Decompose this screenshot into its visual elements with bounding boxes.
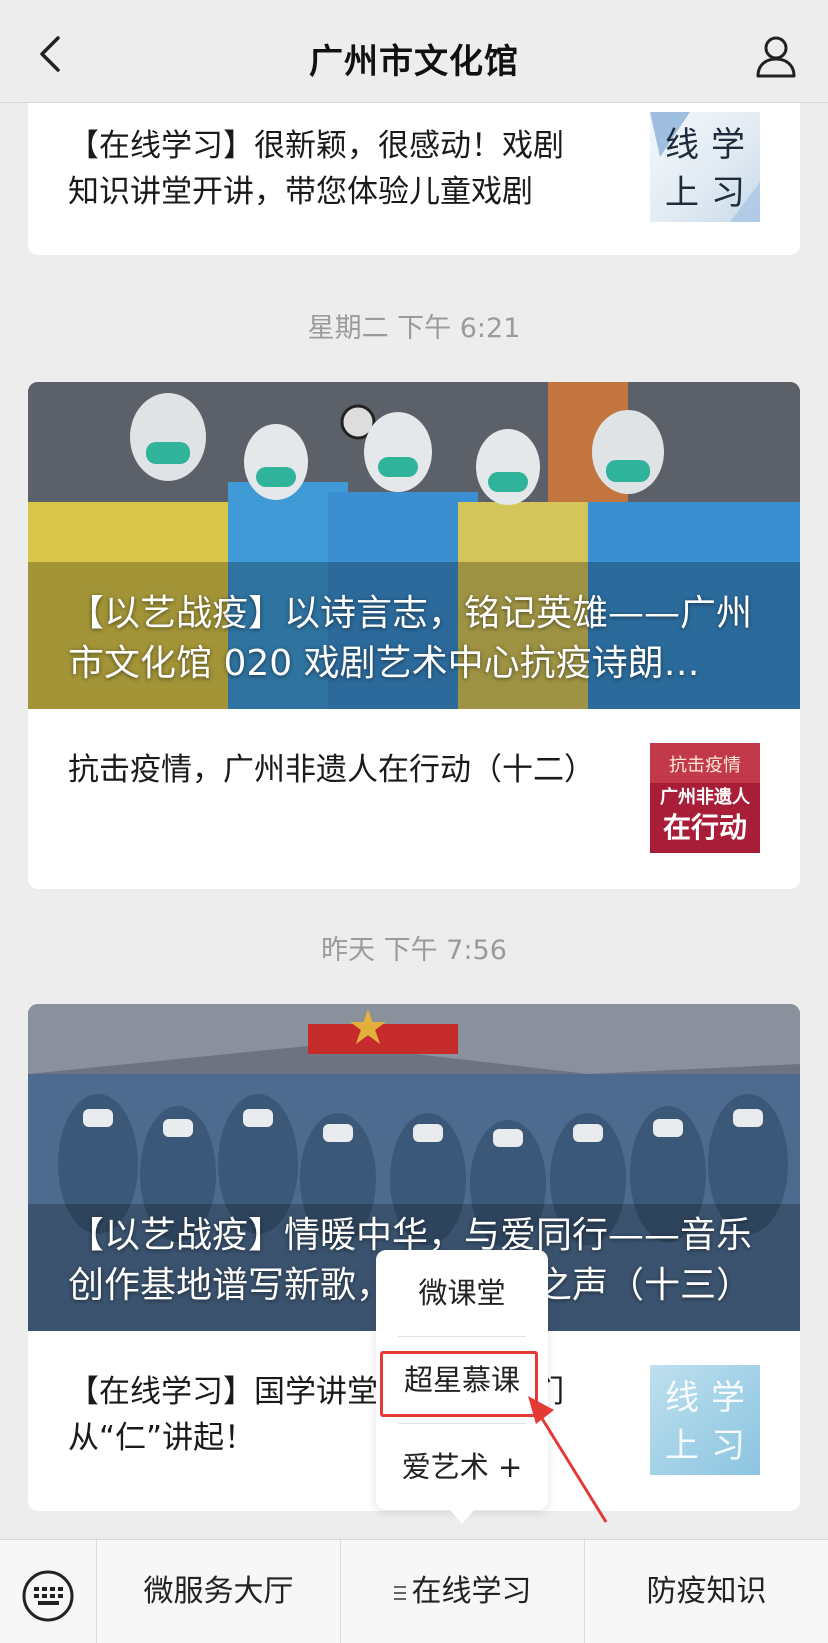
article-row[interactable]: 抗击疫情，广州非遗人在行动（十二） 抗击疫情 广州非遗人 在行动 [28, 709, 800, 889]
page-title: 广州市文化馆 [309, 42, 519, 82]
thumb-char: 上 [665, 173, 699, 213]
article-row[interactable]: 【在线学习】很新颖，很感动！戏剧知识讲堂开讲，带您体验儿童戏剧魅… 线 学 上 … [28, 103, 800, 255]
bottom-menu-bar: 微服务大厅 在线学习 防疫知识 [0, 1539, 828, 1643]
thumb-line: 抗击疫情 [669, 755, 741, 776]
thumb-char: 线 [665, 1378, 699, 1418]
tab-online-learning[interactable]: 在线学习 [340, 1540, 584, 1643]
tab-epidemic-knowledge[interactable]: 防疫知识 [584, 1540, 828, 1643]
article-thumbnail: 线 学 上 习 [650, 112, 760, 222]
user-profile-icon[interactable] [750, 30, 802, 82]
thumbnail-graphic: 抗击疫情 广州非遗人 在行动 [650, 743, 760, 853]
navigation-bar: 广州市文化馆 [0, 0, 828, 103]
message-timestamp: 昨天 下午 7:56 [321, 935, 507, 966]
article-thumbnail: 抗击疫情 广州非遗人 在行动 [650, 743, 760, 853]
thumb-line: 在行动 [663, 811, 747, 844]
thumb-line: 广州非遗人 [660, 786, 751, 808]
tab-label: 在线学习 [411, 1574, 532, 1609]
article-title: 抗击疫情，广州非遗人在行动（十二） [68, 752, 588, 788]
keyboard-toggle-button[interactable] [0, 1540, 96, 1643]
keyboard-icon [22, 1570, 74, 1622]
article-title: 【在线学习】很新颖，很感动！戏剧知识讲堂开讲，带您体验儿童戏剧魅… [68, 128, 564, 210]
thumb-char: 习 [711, 173, 745, 213]
article-thumbnail: 线 学 上 习 [650, 1365, 760, 1475]
thumb-char: 线 [665, 125, 699, 165]
hero-article-title: 【以艺战疫】以诗言志，铭记英雄——广州市文化馆 020 戏剧艺术中心抗疫诗朗… [68, 593, 753, 684]
thumb-char: 习 [711, 1426, 745, 1466]
message-timestamp: 星期二 下午 6:21 [307, 313, 521, 344]
thumb-char: 学 [711, 1378, 745, 1418]
submenu-lines-icon [393, 1585, 406, 1600]
article-card: 【以艺战疫】以诗言志，铭记英雄——广州市文化馆 020 戏剧艺术中心抗疫诗朗… … [28, 382, 800, 889]
hero-article[interactable]: 【以艺战疫】以诗言志，铭记英雄——广州市文化馆 020 戏剧艺术中心抗疫诗朗… [28, 382, 800, 709]
thumbnail-graphic: 线 学 上 习 [650, 112, 760, 222]
menu-item-micro-class[interactable]: 微课堂 [376, 1250, 548, 1336]
article-card: 【在线学习】很新颖，很感动！戏剧知识讲堂开讲，带您体验儿童戏剧魅… 线 学 上 … [28, 103, 800, 255]
thumbnail-graphic: 线 学 上 习 [665, 1378, 745, 1466]
thumb-char: 上 [665, 1426, 699, 1466]
tab-micro-service-hall[interactable]: 微服务大厅 [96, 1540, 340, 1643]
annotation-arrow [528, 1396, 608, 1523]
thumb-char: 学 [711, 125, 745, 165]
highlight-box [380, 1351, 538, 1417]
